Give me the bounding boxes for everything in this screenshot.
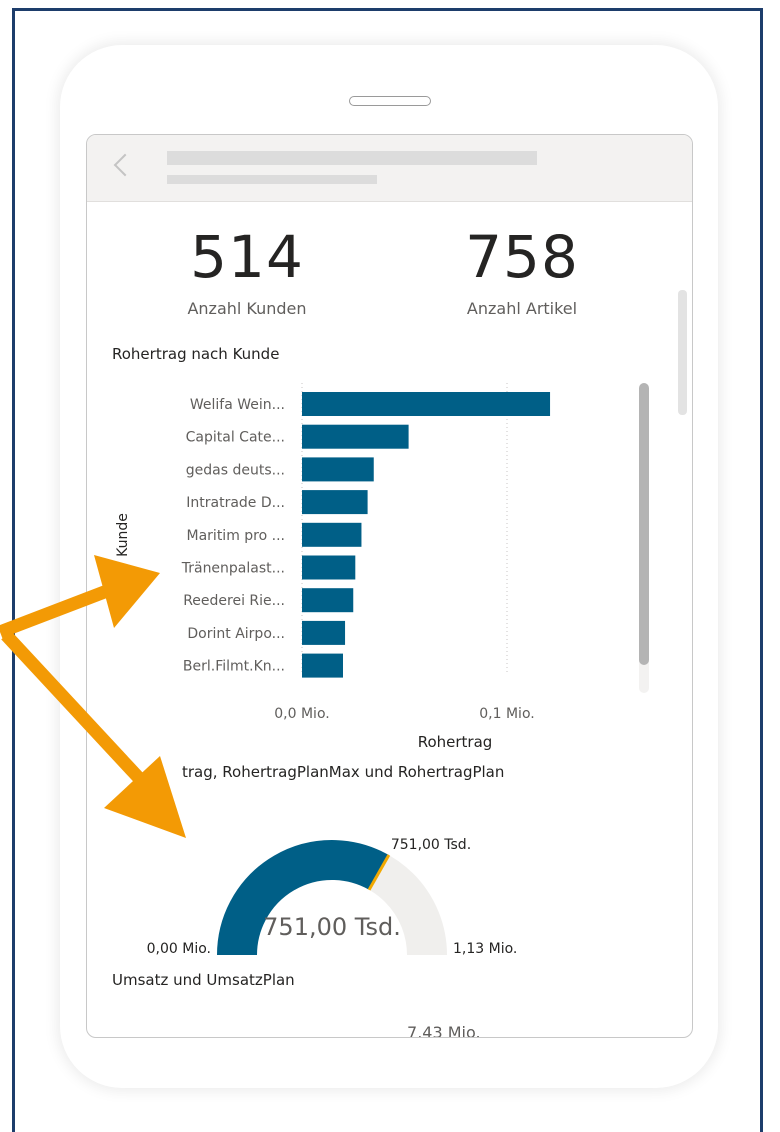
x-tick-label: 0,0 Mio. — [274, 706, 329, 722]
y-category-label: Dorint Airpo... — [187, 626, 285, 642]
y-category-label: Tränenpalast... — [181, 561, 285, 577]
bar — [302, 620, 346, 645]
bar-chart-title: Rohertrag nach Kunde — [112, 345, 280, 363]
gauge-value-label: 751,00 Tsd. — [263, 913, 401, 941]
gauge-max-label: 1,13 Mio. — [453, 941, 517, 957]
x-tick-label: 0,1 Mio. — [479, 706, 534, 722]
y-category-label: Intratrade D... — [186, 495, 285, 511]
kpi-value-articles: 758 — [465, 223, 579, 291]
kpi-value-customers: 514 — [190, 223, 304, 291]
back-chevron-icon[interactable] — [113, 153, 137, 177]
gauge-target-label: 751,00 Tsd. — [391, 837, 471, 853]
bar — [302, 490, 368, 515]
y-category-label: gedas deuts... — [186, 462, 285, 478]
chart-scrollbar-thumb — [639, 383, 649, 665]
y-category-label: Maritim pro ... — [187, 528, 285, 544]
report-title-placeholder — [167, 151, 537, 165]
report-subtitle-placeholder — [167, 175, 377, 184]
y-category-label: Reederei Rie... — [183, 593, 285, 609]
report-header-bar — [87, 135, 692, 202]
bar-chart: 0,0 Mio. 0,1 Mio. Welifa Wein... Capital Ca… — [115, 383, 649, 751]
x-axis-title: Rohertrag — [418, 733, 493, 751]
bar — [302, 457, 374, 482]
next-chart-value: 7,43 Mio. — [407, 1023, 481, 1038]
y-category-label: Capital Cate... — [186, 430, 285, 446]
gauge-chart-title: trag, RohertragPlanMax und RohertragPlan — [182, 763, 505, 781]
phone-speaker — [349, 96, 431, 106]
bar — [302, 424, 409, 449]
kpi-label-articles: Anzahl Artikel — [466, 299, 578, 318]
y-category-label: Berl.Filmt.Kn... — [183, 659, 285, 675]
gauge-chart: 751,00 Tsd. 0,00 Mio. 1,13 Mio. 751,00 Tsd. — [147, 837, 518, 957]
phone-screen: 514 Anzahl Kunden 758 Anzahl Artikel Roh… — [86, 134, 693, 1038]
bar — [302, 588, 354, 613]
bar — [302, 555, 356, 580]
kpi-label-customers: Anzahl Kunden — [187, 299, 307, 318]
gauge-min-label: 0,00 Mio. — [147, 941, 211, 957]
next-chart-title: Umsatz und UmsatzPlan — [112, 971, 295, 989]
bar — [302, 653, 343, 678]
bar — [302, 392, 551, 416]
y-axis-title: Kunde — [115, 513, 131, 557]
y-category-label: Welifa Wein... — [190, 397, 285, 413]
bar — [302, 522, 362, 547]
